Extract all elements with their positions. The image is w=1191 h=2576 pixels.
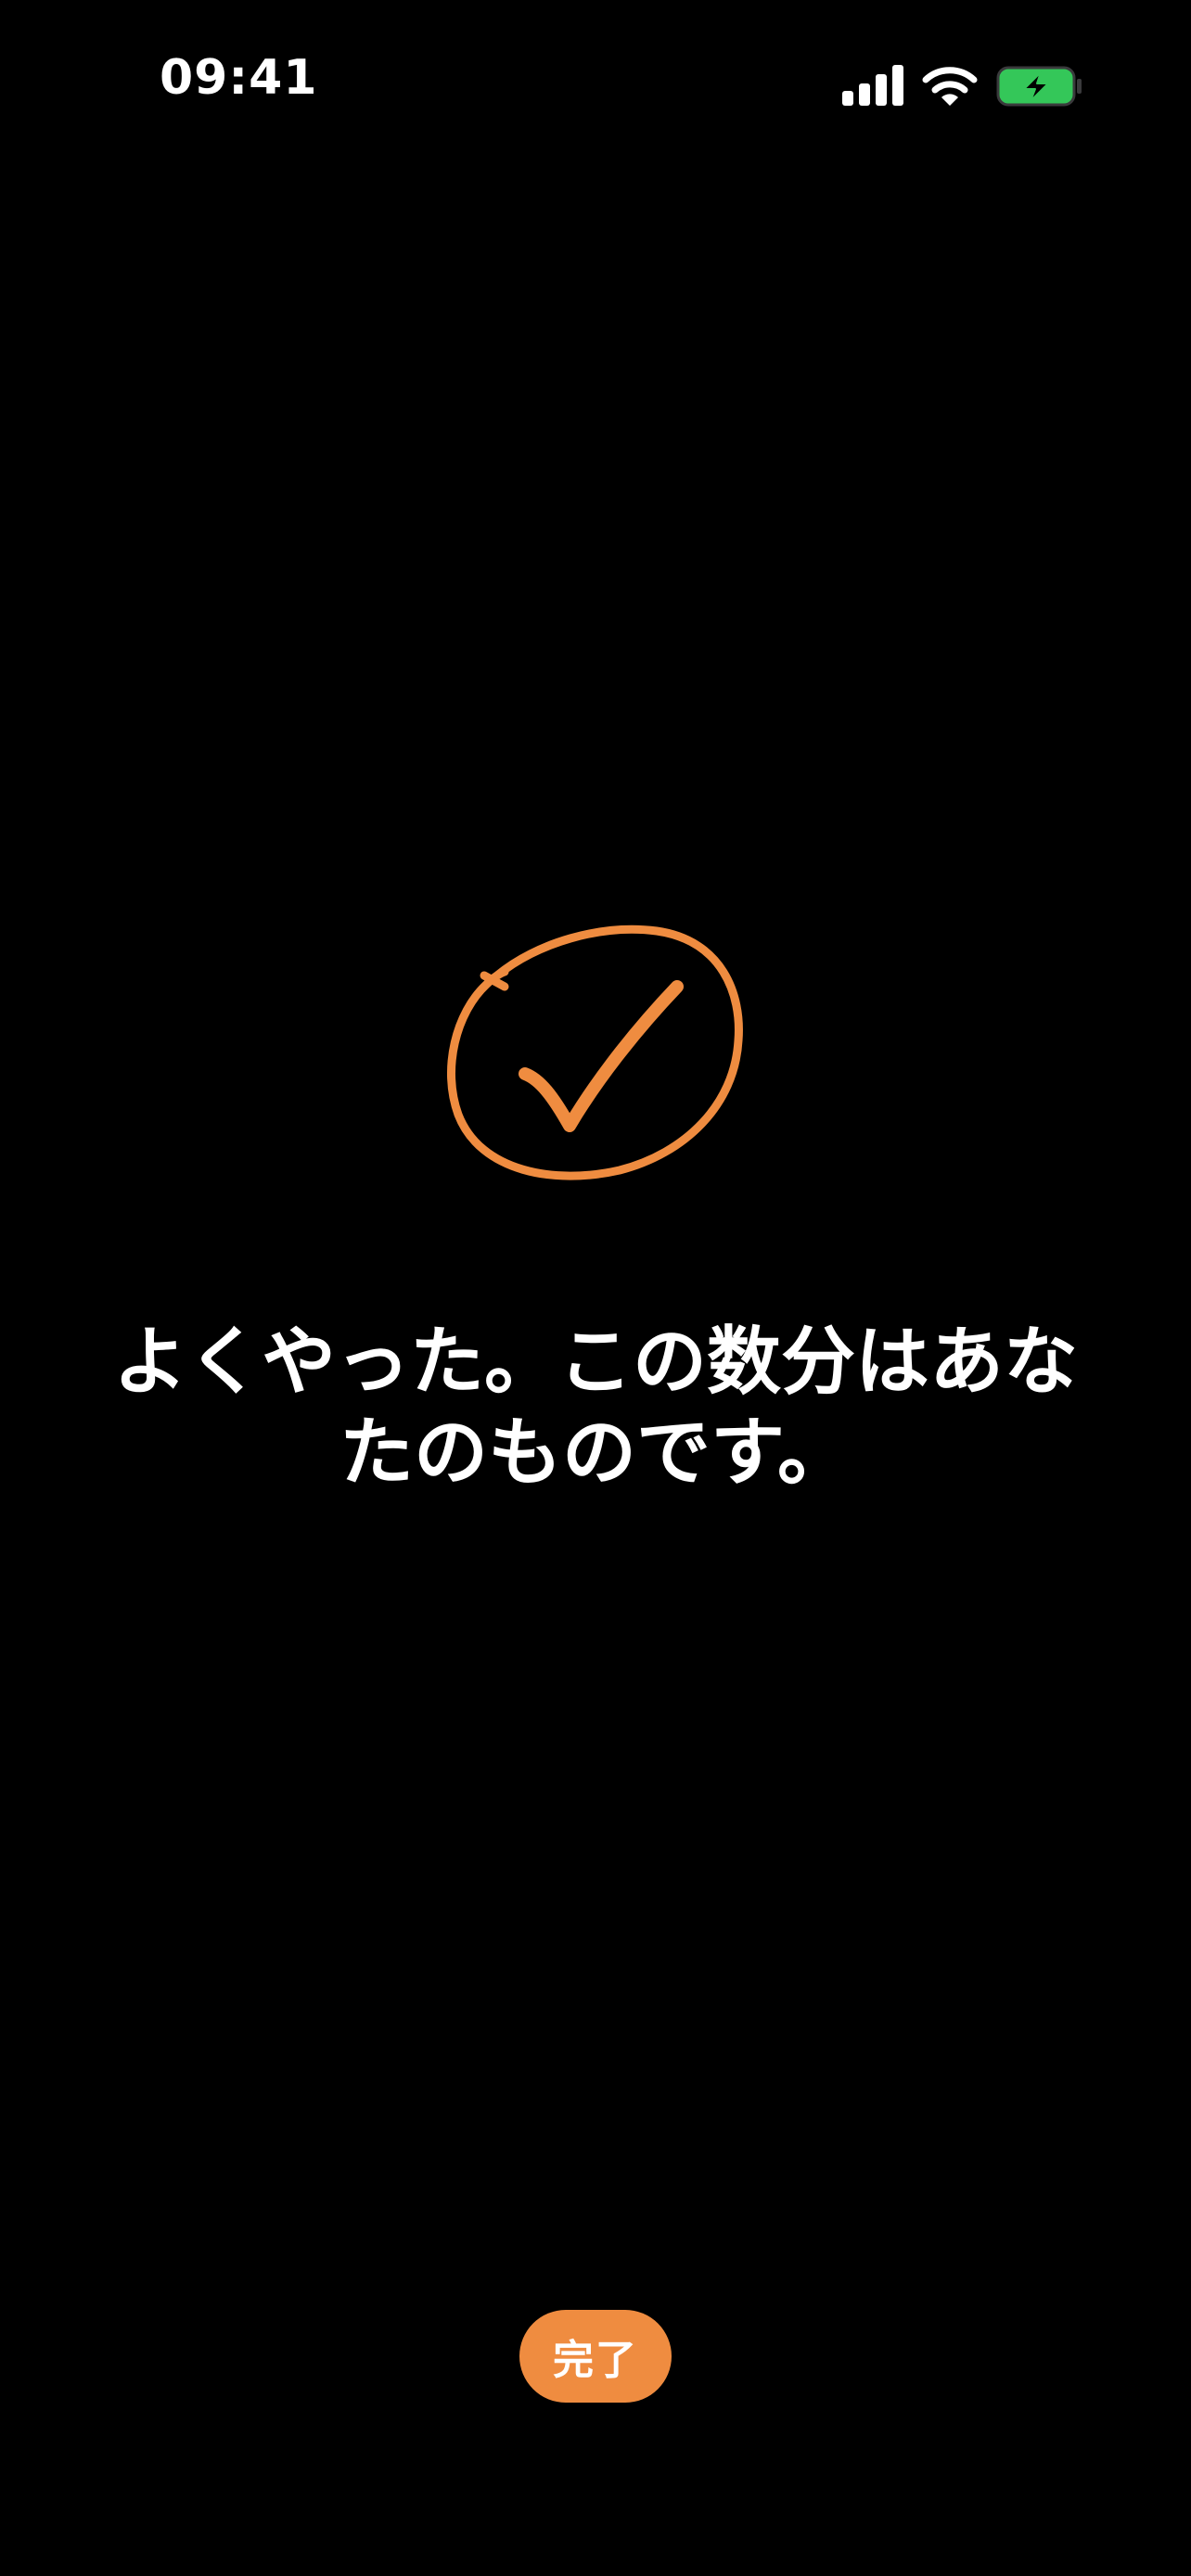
status-bar: 09:41 <box>0 0 1191 176</box>
completion-message: よくやった。この数分はあなたのものです。 <box>113 1319 1078 1496</box>
wifi-icon <box>922 67 978 106</box>
status-time: 09:41 <box>160 50 318 106</box>
circled-checkmark-icon <box>447 925 743 1180</box>
cellular-signal-icon <box>842 65 903 106</box>
done-button[interactable]: 完了 <box>519 2310 672 2403</box>
battery-charging-icon <box>996 66 1082 107</box>
